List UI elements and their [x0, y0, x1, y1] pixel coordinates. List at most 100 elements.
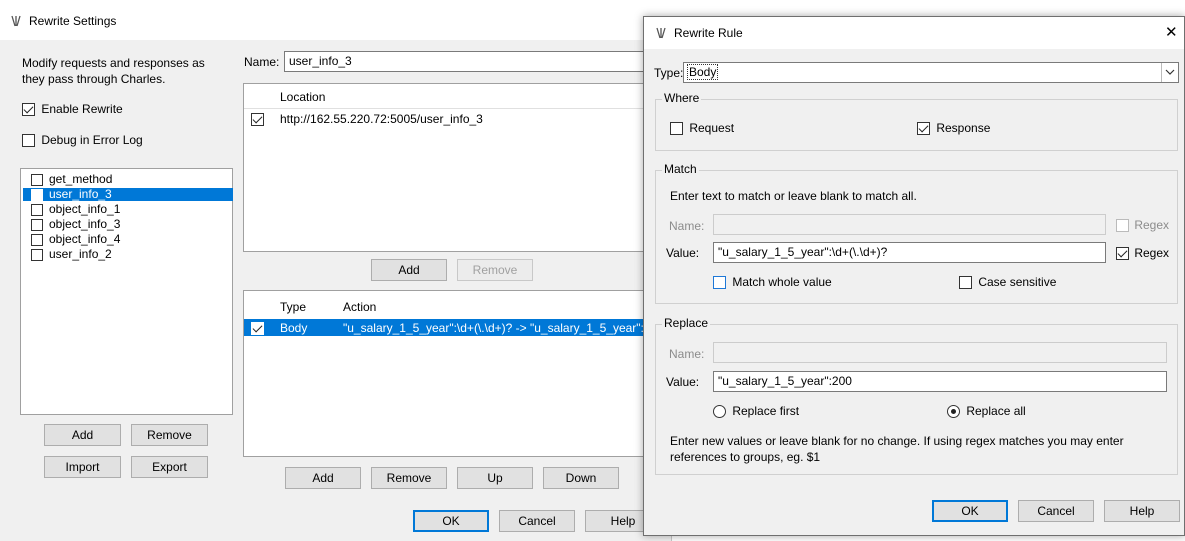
match-name-regex-checkbox[interactable]: [1116, 219, 1129, 233]
set-checkbox[interactable]: [31, 188, 43, 201]
remove-rule-button[interactable]: Remove: [371, 467, 447, 489]
match-name-input[interactable]: [713, 214, 1106, 235]
match-value-regex-label: Regex: [1134, 246, 1170, 260]
set-item-get-method[interactable]: get_method: [23, 173, 233, 186]
add-set-button[interactable]: Add: [44, 424, 121, 446]
match-value-regex-checkbox[interactable]: [1116, 247, 1129, 261]
type-select[interactable]: Body: [683, 62, 1179, 83]
match-whole-value-toggle[interactable]: Match whole value: [713, 275, 832, 290]
rule-dialog-titlebar: Rewrite Rule ✕: [644, 17, 1184, 49]
set-item-object-info-3[interactable]: object_info_3: [23, 218, 233, 231]
move-rule-up-button[interactable]: Up: [457, 467, 533, 489]
set-item-user-info-3[interactable]: user_info_3: [23, 188, 233, 201]
import-button[interactable]: Import: [44, 456, 121, 478]
type-select-value: Body: [686, 64, 719, 80]
close-icon[interactable]: ✕: [1165, 23, 1178, 41]
settings-titlebar: Rewrite Settings: [0, 0, 672, 40]
export-button[interactable]: Export: [131, 456, 208, 478]
replace-hint: Enter new values or leave blank for no c…: [670, 434, 1124, 464]
set-checkbox[interactable]: [31, 233, 43, 246]
chevron-down-icon: [1165, 69, 1175, 75]
enable-rewrite-checkbox[interactable]: [22, 103, 35, 117]
match-name-label: Name:: [669, 219, 705, 233]
match-whole-value-checkbox[interactable]: [713, 276, 726, 290]
replace-first-radio[interactable]: [713, 405, 726, 419]
set-item-object-info-4[interactable]: object_info_4: [23, 233, 233, 246]
add-rule-button[interactable]: Add: [285, 467, 361, 489]
replace-name-input[interactable]: [713, 342, 1167, 363]
rewrite-rule-dialog: Rewrite Rule ✕ Type: Body Where Request …: [643, 16, 1185, 536]
remove-set-button[interactable]: Remove: [131, 424, 208, 446]
rule-help-button[interactable]: Help: [1104, 500, 1180, 522]
replace-group-title: Replace: [662, 316, 711, 330]
match-value-regex-toggle[interactable]: Regex: [1116, 246, 1170, 261]
set-checkbox[interactable]: [31, 203, 43, 216]
set-checkbox[interactable]: [31, 173, 43, 186]
replace-value-input[interactable]: "u_salary_1_5_year":200: [713, 371, 1167, 392]
debug-error-log-label: Debug in Error Log: [41, 133, 143, 147]
rule-type: Body: [280, 321, 308, 335]
rules-table[interactable]: Type Action Body "u_salary_1_5_year":\d+…: [243, 290, 672, 457]
set-label: user_info_3: [49, 187, 112, 201]
where-group-title: Where: [662, 91, 702, 105]
rules-header: Type Action: [244, 291, 671, 318]
match-name-regex-toggle[interactable]: Regex: [1116, 218, 1170, 233]
replace-first-label: Replace first: [732, 404, 800, 418]
response-label: Response: [936, 121, 991, 135]
request-toggle[interactable]: Request: [670, 121, 734, 136]
replace-name-label: Name:: [669, 347, 705, 361]
replace-first-option[interactable]: Replace first: [713, 404, 800, 419]
set-label: object_info_1: [49, 202, 121, 216]
set-item-user-info-2[interactable]: user_info_2: [23, 248, 233, 261]
case-sensitive-checkbox[interactable]: [959, 276, 972, 290]
enable-rewrite-label: Enable Rewrite: [41, 102, 123, 116]
debug-error-log-toggle[interactable]: Debug in Error Log: [22, 133, 143, 148]
set-label: user_info_2: [49, 247, 112, 261]
match-whole-value-label: Match whole value: [732, 275, 832, 289]
remove-location-button[interactable]: Remove: [457, 259, 533, 281]
replace-all-label: Replace all: [966, 404, 1026, 418]
move-rule-down-button[interactable]: Down: [543, 467, 619, 489]
response-checkbox[interactable]: [917, 122, 930, 136]
replace-all-option[interactable]: Replace all: [947, 404, 1026, 419]
type-column-header: Type: [280, 300, 307, 314]
case-sensitive-label: Case sensitive: [978, 275, 1057, 289]
location-row[interactable]: http://162.55.220.72:5005/user_info_3: [244, 110, 671, 127]
debug-error-log-checkbox[interactable]: [22, 134, 35, 148]
set-checkbox[interactable]: [31, 248, 43, 261]
rule-row[interactable]: Body "u_salary_1_5_year":\d+(\.\d+)? -> …: [244, 319, 671, 336]
type-label: Type:: [654, 66, 684, 80]
case-sensitive-toggle[interactable]: Case sensitive: [959, 275, 1057, 290]
set-name-input[interactable]: user_info_3: [284, 51, 664, 72]
locations-table[interactable]: Location http://162.55.220.72:5005/user_…: [243, 83, 672, 252]
replace-value-label: Value:: [666, 375, 700, 389]
rule-enabled-checkbox[interactable]: [251, 322, 264, 336]
charles-app-icon: [11, 15, 21, 27]
add-location-button[interactable]: Add: [371, 259, 447, 281]
action-column-header: Action: [343, 300, 377, 314]
match-value-label: Value:: [666, 246, 700, 260]
locations-header: Location: [244, 84, 671, 109]
request-checkbox[interactable]: [670, 122, 683, 136]
replace-all-radio[interactable]: [947, 405, 960, 419]
match-name-regex-label: Regex: [1134, 218, 1170, 232]
enable-rewrite-toggle[interactable]: Enable Rewrite: [22, 102, 123, 117]
rewrite-settings-window: Rewrite Settings Modify requests and res…: [0, 0, 672, 541]
set-item-object-info-1[interactable]: object_info_1: [23, 203, 233, 216]
response-toggle[interactable]: Response: [917, 121, 991, 136]
rewrite-sets-list[interactable]: get_method user_info_3 object_info_1 obj…: [20, 168, 233, 415]
settings-ok-button[interactable]: OK: [413, 510, 489, 532]
settings-cancel-button[interactable]: Cancel: [499, 510, 575, 532]
rule-cancel-button[interactable]: Cancel: [1018, 500, 1094, 522]
set-label: object_info_3: [49, 217, 121, 231]
rule-action: "u_salary_1_5_year":\d+(\.\d+)? -> "u_sa…: [343, 321, 644, 335]
match-value-input[interactable]: "u_salary_1_5_year":\d+(\.\d+)?: [713, 242, 1106, 263]
rule-ok-button[interactable]: OK: [932, 500, 1008, 522]
set-label: object_info_4: [49, 232, 121, 246]
charles-app-icon: [656, 27, 666, 39]
match-group-title: Match: [662, 162, 699, 176]
settings-title: Rewrite Settings: [29, 14, 117, 28]
match-hint: Enter text to match or leave blank to ma…: [670, 189, 917, 203]
location-enabled-checkbox[interactable]: [251, 113, 264, 127]
set-checkbox[interactable]: [31, 218, 43, 231]
